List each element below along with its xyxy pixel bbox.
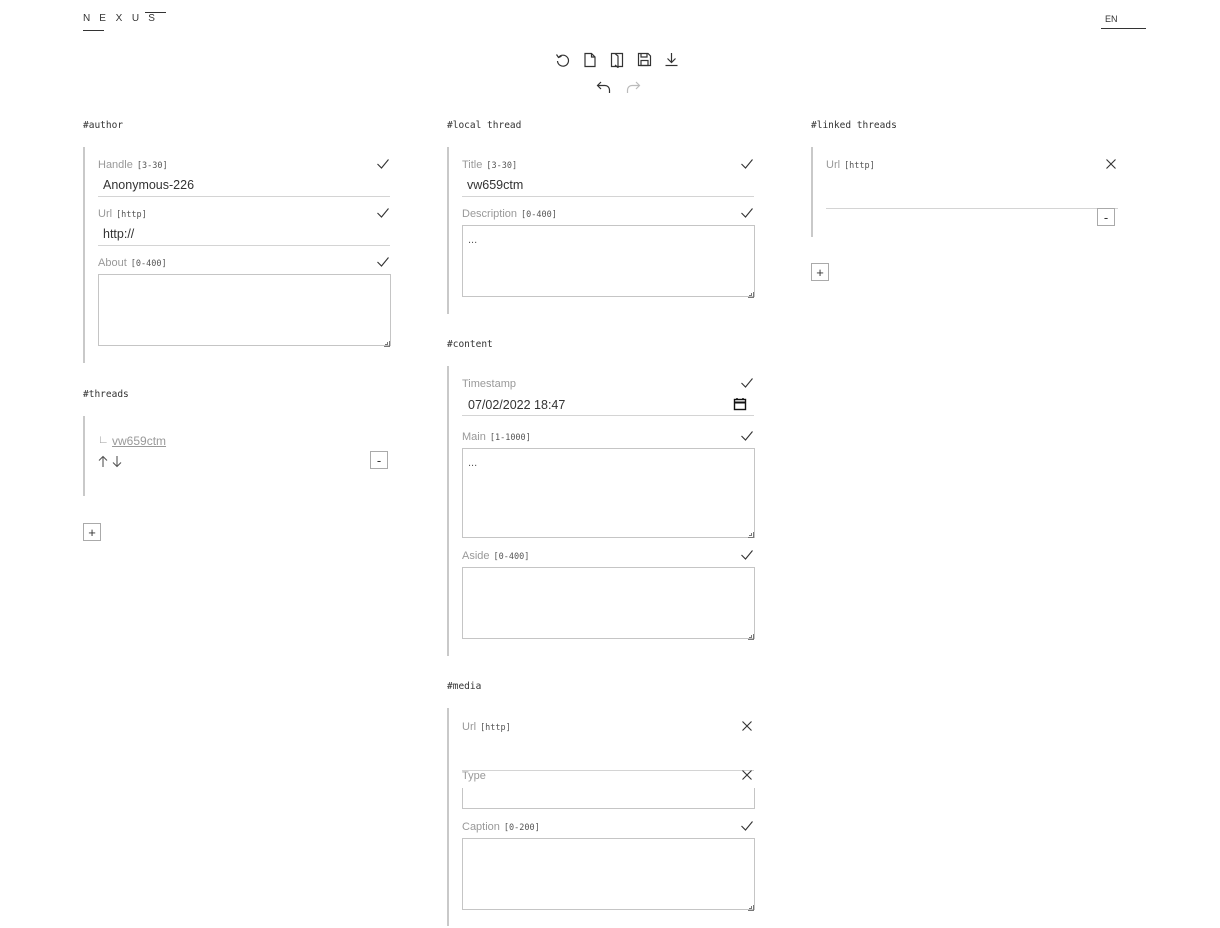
local-thread-heading: #local thread xyxy=(447,120,522,131)
caption-field: Caption [0-200] xyxy=(462,821,755,911)
title-field: Title [3-30] xyxy=(462,159,754,199)
undo-icon[interactable] xyxy=(596,78,612,95)
timestamp-field: Timestamp 07/02/2022 18:47 xyxy=(462,378,754,418)
reset-icon[interactable] xyxy=(555,51,571,68)
author-heading: #author xyxy=(83,120,124,131)
check-icon xyxy=(741,431,753,441)
main-textarea[interactable]: ... xyxy=(462,448,755,538)
arrow-down-icon[interactable] xyxy=(112,455,122,468)
threads-panel xyxy=(83,416,393,496)
check-icon xyxy=(741,550,753,560)
check-icon xyxy=(741,821,753,831)
content-heading: #content xyxy=(447,339,493,350)
aside-field: Aside [0-400] xyxy=(462,550,755,640)
check-icon xyxy=(741,208,753,218)
calendar-icon[interactable] xyxy=(733,397,747,411)
resize-handle[interactable] xyxy=(748,634,754,640)
linked-threads-heading: #linked threads xyxy=(811,120,897,131)
media-panel: Url [http] Type Caption [0-200] xyxy=(447,708,757,926)
add-thread-button[interactable]: + xyxy=(83,523,101,541)
add-linked-thread-button[interactable]: + xyxy=(811,263,829,281)
new-file-icon[interactable] xyxy=(582,51,598,68)
about-field: About [0-400] xyxy=(98,257,391,347)
description-textarea[interactable]: ... xyxy=(462,225,755,297)
author-url-field: Url [http] xyxy=(98,208,390,248)
linked-threads-panel: Url [http] xyxy=(811,147,1121,237)
title-input[interactable] xyxy=(462,177,754,197)
remove-linked-thread-button[interactable]: - xyxy=(1097,208,1115,226)
linked-url-input[interactable] xyxy=(826,177,1118,209)
main-field: Main [1-1000] ... xyxy=(462,431,755,541)
resize-handle[interactable] xyxy=(748,905,754,911)
resize-handle[interactable] xyxy=(748,532,754,538)
open-book-icon[interactable] xyxy=(609,51,625,68)
about-textarea[interactable] xyxy=(98,274,391,346)
history-controls xyxy=(596,78,641,95)
resize-handle[interactable] xyxy=(748,292,754,298)
caption-textarea[interactable] xyxy=(462,838,755,910)
threads-heading: #threads xyxy=(83,389,129,400)
logo-overline xyxy=(145,12,166,13)
close-icon[interactable] xyxy=(740,719,754,733)
logo-underline xyxy=(83,30,104,31)
logo-text: N E X U S xyxy=(83,13,155,24)
branch-icon: ∟ xyxy=(98,434,109,446)
resize-handle[interactable] xyxy=(384,341,390,347)
toolbar xyxy=(555,51,679,68)
close-icon[interactable] xyxy=(1104,157,1118,171)
handle-input[interactable] xyxy=(98,177,390,197)
media-type-field: Type xyxy=(462,768,755,810)
media-url-field: Url [http] xyxy=(462,719,754,771)
content-panel: Timestamp 07/02/2022 18:47 Main [1-1000] … xyxy=(447,366,757,656)
language-selector[interactable]: EN xyxy=(1101,14,1146,29)
check-icon xyxy=(741,378,753,388)
check-icon xyxy=(377,208,389,218)
reorder-controls xyxy=(98,455,122,468)
timestamp-input[interactable]: 07/02/2022 18:47 xyxy=(462,396,754,416)
aside-textarea[interactable] xyxy=(462,567,755,639)
media-type-select[interactable] xyxy=(462,788,755,809)
media-heading: #media xyxy=(447,681,482,692)
handle-field: Handle [3-30] xyxy=(98,159,390,199)
check-icon xyxy=(741,159,753,169)
author-url-input[interactable] xyxy=(98,226,390,246)
check-icon xyxy=(377,159,389,169)
local-thread-panel: Title[3-30] Description[0-400] ... xyxy=(447,147,757,314)
linked-url-field: Url [http] xyxy=(826,157,1118,209)
remove-thread-button[interactable]: - xyxy=(370,451,388,469)
close-icon[interactable] xyxy=(740,768,754,782)
media-url-input[interactable] xyxy=(462,739,754,771)
redo-icon xyxy=(625,78,641,95)
author-panel: Handle[3-30] Url[http] About[0-400] xyxy=(83,147,393,363)
download-icon[interactable] xyxy=(663,51,679,68)
thread-link[interactable]: vw659ctm xyxy=(112,434,166,448)
logo: N E X U S xyxy=(83,12,167,31)
description-field: Description [0-400] ... xyxy=(462,208,755,298)
save-icon[interactable] xyxy=(636,51,652,68)
arrow-up-icon[interactable] xyxy=(98,455,108,468)
check-icon xyxy=(377,257,389,267)
